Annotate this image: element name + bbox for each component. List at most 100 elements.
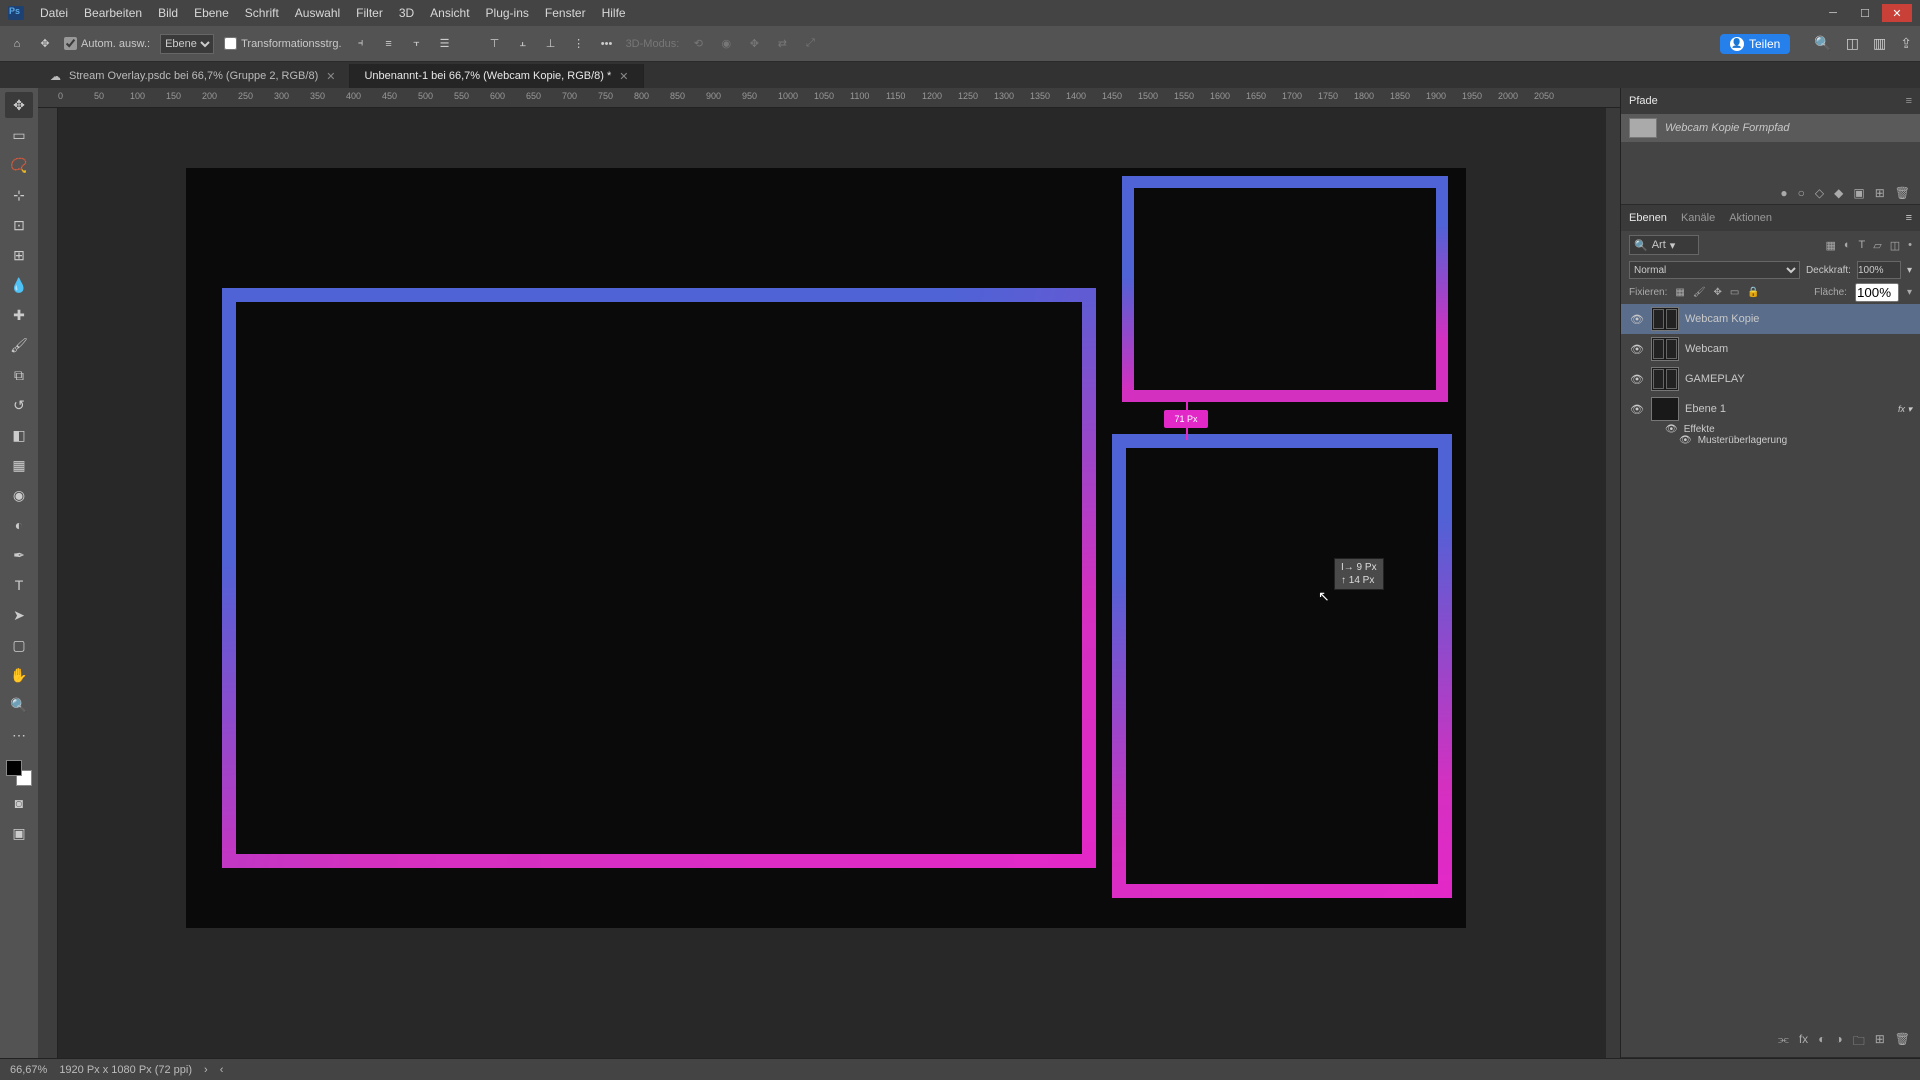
path-to-sel-icon[interactable]: ◇	[1815, 186, 1824, 200]
wand-tool[interactable]: ⊹	[5, 182, 33, 208]
menu-window[interactable]: Fenster	[545, 6, 586, 20]
auto-select-checkbox[interactable]	[64, 37, 77, 50]
hand-tool[interactable]: ✋	[5, 662, 33, 688]
menu-filter[interactable]: Filter	[356, 6, 383, 20]
lock-all-icon[interactable]: 🔒	[1747, 287, 1759, 298]
arrange-icon[interactable]: ▥	[1873, 35, 1886, 52]
window-max-icon[interactable]: ☐	[1850, 4, 1880, 22]
menu-select[interactable]: Auswahl	[295, 6, 340, 20]
transform-checkbox[interactable]	[224, 37, 237, 50]
align-bottom-icon[interactable]: ⊥	[542, 35, 560, 53]
visibility-icon[interactable]: 👁	[1629, 403, 1645, 416]
path-select-tool[interactable]: ➤	[5, 602, 33, 628]
layer-ebene-1[interactable]: 👁 Ebene 1 fx ▾	[1621, 394, 1920, 424]
visibility-icon[interactable]: 👁	[1629, 313, 1645, 326]
heal-tool[interactable]: ✚	[5, 302, 33, 328]
quickmask-tool[interactable]: ◙	[5, 790, 33, 816]
close-icon[interactable]: ✕	[619, 70, 628, 83]
distribute-v-icon[interactable]: ⋮	[570, 35, 588, 53]
tab-actions[interactable]: Aktionen	[1729, 212, 1772, 224]
visibility-icon[interactable]: 👁	[1629, 343, 1645, 356]
menu-layer[interactable]: Ebene	[194, 6, 229, 20]
webcam-frame[interactable]	[1122, 176, 1448, 402]
menu-edit[interactable]: Bearbeiten	[84, 6, 142, 20]
path-item[interactable]: Webcam Kopie Formpfad	[1621, 114, 1920, 142]
tab-unbenannt-1[interactable]: Unbenannt-1 bei 66,7% (Webcam Kopie, RGB…	[350, 64, 643, 88]
menu-plugins[interactable]: Plug-ins	[486, 6, 529, 20]
chevron-left-icon[interactable]: ‹	[220, 1064, 224, 1076]
link-layers-icon[interactable]: ⫘	[1778, 1032, 1789, 1053]
home-icon[interactable]: ⌂	[8, 35, 26, 53]
chevron-right-icon[interactable]: ›	[204, 1064, 208, 1076]
layer-gameplay[interactable]: 👁 GAMEPLAY	[1621, 364, 1920, 394]
opacity-input[interactable]	[1857, 261, 1901, 279]
align-right-icon[interactable]: ⫟	[408, 35, 426, 53]
visibility-icon[interactable]: 👁	[1679, 435, 1692, 446]
new-layer-icon[interactable]: ⊞	[1875, 1032, 1885, 1053]
visibility-icon[interactable]: 👁	[1629, 373, 1645, 386]
rectangle-tool[interactable]: ▢	[5, 632, 33, 658]
distribute-icon[interactable]: ☰	[436, 35, 454, 53]
fill-input[interactable]	[1855, 283, 1899, 302]
new-path-icon[interactable]: ⊞	[1875, 186, 1885, 200]
menu-view[interactable]: Ansicht	[430, 6, 469, 20]
filter-pixel-icon[interactable]: ▦	[1825, 239, 1835, 252]
brush-tool[interactable]: 🖌	[5, 332, 33, 358]
horizontal-ruler[interactable]: 0501001502002503003504004505005506006507…	[38, 88, 1620, 108]
gradient-tool[interactable]: ▦	[5, 452, 33, 478]
blur-tool[interactable]: ◉	[5, 482, 33, 508]
crop-tool[interactable]: ⊡	[5, 212, 33, 238]
lasso-tool[interactable]: 📿	[5, 152, 33, 178]
tab-stream-overlay[interactable]: ☁ Stream Overlay.psdc bei 66,7% (Gruppe …	[36, 64, 350, 88]
filter-smart-icon[interactable]: ◫	[1890, 239, 1900, 252]
align-top-icon[interactable]: ⊤	[486, 35, 504, 53]
marquee-tool[interactable]: ▭	[5, 122, 33, 148]
layer-thumb[interactable]	[1651, 397, 1679, 421]
align-hcenter-icon[interactable]: ≡	[380, 35, 398, 53]
chevron-down-icon[interactable]: ▾	[1907, 265, 1912, 276]
doc-dims[interactable]: 1920 Px x 1080 Px (72 ppi)	[59, 1064, 192, 1076]
webcam-copy-frame[interactable]	[1112, 434, 1452, 898]
tab-paths[interactable]: Pfade	[1629, 95, 1658, 107]
tab-layers[interactable]: Ebenen	[1629, 212, 1667, 224]
history-brush-tool[interactable]: ↺	[5, 392, 33, 418]
vertical-ruler[interactable]	[38, 108, 58, 1058]
layer-thumb[interactable]	[1651, 307, 1679, 331]
fill-path-icon[interactable]: ●	[1780, 186, 1787, 200]
color-swatch[interactable]	[6, 760, 32, 786]
filter-shape-icon[interactable]: ▱	[1873, 239, 1881, 252]
share-button[interactable]: 👤 Teilen	[1720, 34, 1790, 54]
type-tool[interactable]: T	[5, 572, 33, 598]
window-close-icon[interactable]: ✕	[1882, 4, 1912, 22]
filter-toggle-icon[interactable]: •	[1908, 239, 1912, 252]
chevron-down-icon[interactable]: ▾	[1907, 287, 1912, 298]
zoom-readout[interactable]: 66,67%	[10, 1064, 47, 1076]
layer-name[interactable]: Webcam Kopie	[1685, 313, 1759, 325]
sel-to-path-icon[interactable]: ◆	[1834, 186, 1843, 200]
close-icon[interactable]: ✕	[326, 70, 335, 83]
group-icon[interactable]: 🗀	[1853, 1032, 1865, 1053]
lock-trans-icon[interactable]: ▦	[1675, 287, 1684, 298]
more-align-icon[interactable]: •••	[598, 35, 616, 53]
fg-color[interactable]	[6, 760, 22, 776]
filter-type-icon[interactable]: T	[1859, 239, 1866, 252]
workspace-icon[interactable]: ◫	[1846, 35, 1859, 52]
layer-webcam[interactable]: 👁 Webcam	[1621, 334, 1920, 364]
lock-paint-icon[interactable]: 🖌	[1693, 287, 1706, 298]
panel-menu-icon[interactable]: ≡	[1906, 95, 1912, 107]
screenmode-tool[interactable]: ▣	[5, 820, 33, 846]
lock-pos-icon[interactable]: ✥	[1714, 287, 1722, 298]
frame-tool[interactable]: ⊞	[5, 242, 33, 268]
export-icon[interactable]: ⇪	[1900, 35, 1912, 52]
layer-name[interactable]: Webcam	[1685, 343, 1728, 355]
move-tool-icon[interactable]: ✥	[36, 35, 54, 53]
pen-tool[interactable]: ✒	[5, 542, 33, 568]
layer-webcam-kopie[interactable]: 👁 Webcam Kopie	[1621, 304, 1920, 334]
canvas[interactable]: 71 Px I→ 9 Px ↑ 14 Px ↖	[58, 108, 1606, 1058]
zoom-tool[interactable]: 🔍	[5, 692, 33, 718]
panel-menu-icon[interactable]: ≡	[1906, 212, 1912, 224]
layer-name[interactable]: GAMEPLAY	[1685, 373, 1745, 385]
filter-adjust-icon[interactable]: ◐	[1844, 239, 1851, 252]
more-tools-icon[interactable]: ⋯	[5, 722, 33, 748]
eraser-tool[interactable]: ◧	[5, 422, 33, 448]
